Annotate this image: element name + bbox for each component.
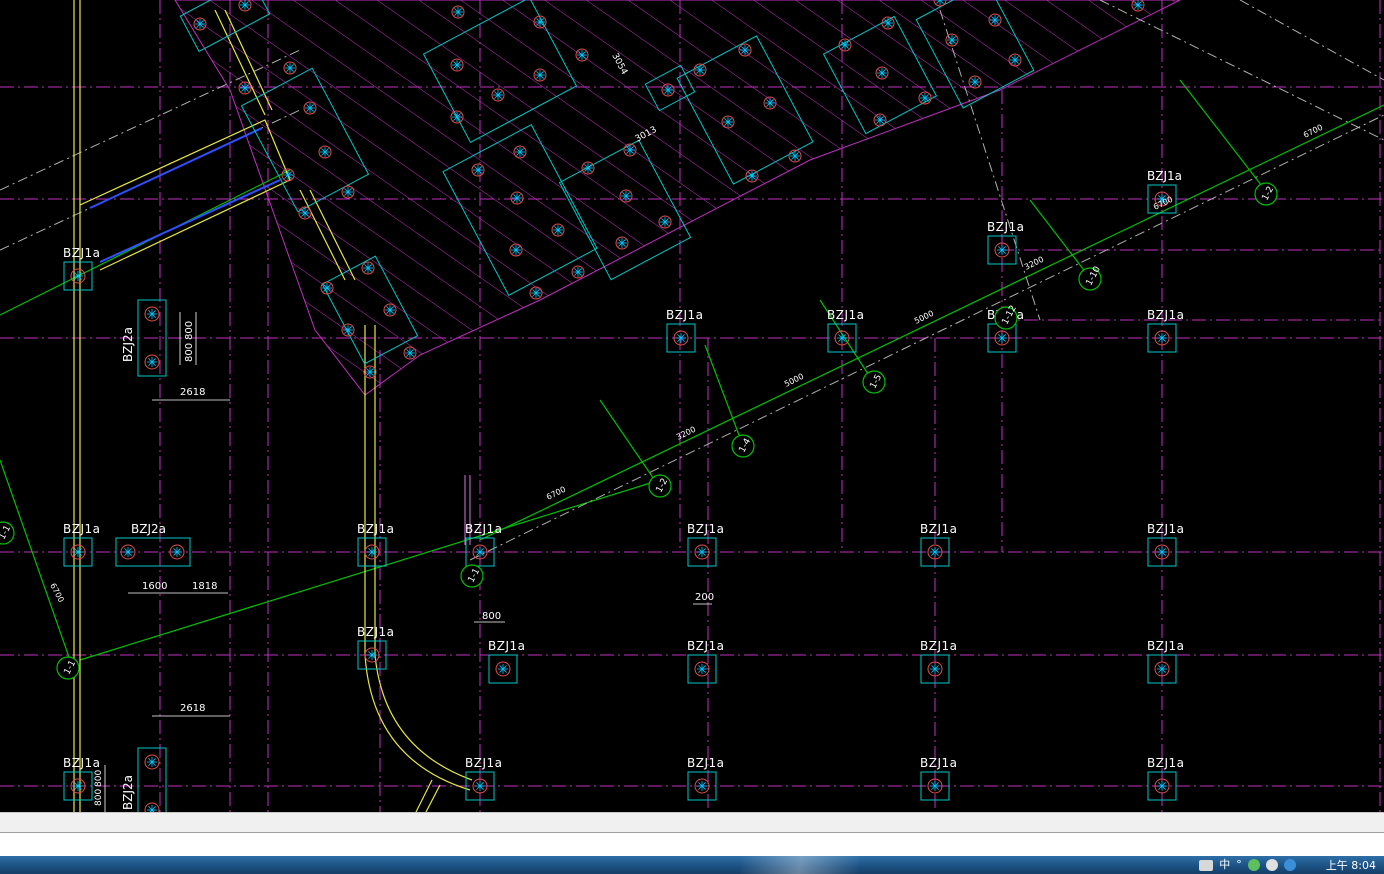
footing-label: BZJ1a [987,220,1024,234]
footing-label: BZJ1a [63,756,100,770]
ime-icon[interactable] [1199,859,1214,871]
footing-label: BZJ1a [357,522,394,536]
dim-text: 800 [94,770,104,787]
footing-label: BZJ1a [1147,169,1182,183]
footing-label: BZJ1a [666,308,703,322]
footing-label: BZJ1a [488,639,525,653]
footing-label: BZJ1a [357,625,394,639]
footing-label: BZJ1a [465,756,502,770]
dim-text: 5000 [913,309,935,326]
footing-label: BZJ1a [920,522,957,536]
system-tray: 中 ° 上午 8:04 [1199,856,1384,874]
footing-label: BZJ2a [131,522,166,536]
status-bar [0,812,1384,833]
dim-text: 200 [695,592,714,603]
shield-icon[interactable] [1283,859,1296,871]
footing-label: BZJ1a [63,246,100,260]
footing-label: BZJ1a [1147,639,1184,653]
network-icon[interactable] [1247,859,1260,871]
footings: BZJ1a BZJ1a BZJ1a BZJ1a BZJ1a BZJ1a BZJ1a BZJ1a… [63,169,1184,812]
footing-label: BZJ1a [63,522,100,536]
dim-text: 6700 [48,582,66,604]
footing-label: BZJ1a [920,756,957,770]
dim-text: 800 [184,343,195,362]
taskbar: 中 ° 上午 8:04 [0,856,1384,874]
footing-label: BZJ1a [1147,308,1184,322]
footing-label: BZJ1a [1147,756,1184,770]
cad-drawing[interactable]: BZJ1a BZJ1a BZJ1a BZJ1a BZJ1a BZJ1a BZJ1a BZJ1a… [0,0,1384,812]
volume-icon[interactable] [1265,859,1278,871]
dim-text: 3200 [675,425,697,442]
footing-label: BZJ1a [687,522,724,536]
footing-label: BZJ1a [465,522,502,536]
footing-label: BZJ1a [687,756,724,770]
footing-label: BZJ1a [687,639,724,653]
dim-text: 800 [94,789,104,806]
ime-punctuation[interactable]: ° [1236,856,1242,874]
footing-label: BZJ1a [920,639,957,653]
clock[interactable]: 上午 8:04 [1326,857,1376,873]
command-line[interactable] [0,832,1384,857]
footing-label: BZJ1a [1147,522,1184,536]
dim-text: 1818 [192,581,217,592]
hatched-slab [174,0,1181,396]
axis-bubbles: 1-21-101-51-41-21-11-11-11-12 [0,182,1278,680]
taskbar-glare [740,856,860,874]
dim-text: 1600 [142,581,167,592]
dim-text: 2618 [180,387,205,398]
dim-text: 5000 [783,372,805,389]
footing-label: BZJ1a [827,308,864,322]
dim-text: 800 [482,611,501,622]
cad-drawing-canvas[interactable]: BZJ1a BZJ1a BZJ1a BZJ1a BZJ1a BZJ1a BZJ1a BZJ1a… [0,0,1384,812]
dim-text: 2618 [180,703,205,714]
ime-language[interactable]: 中 [1219,856,1230,874]
footing-label: BZJ2a [121,327,135,362]
dim-text: 800 [184,321,195,340]
footing-label: BZJ2a [121,775,135,810]
